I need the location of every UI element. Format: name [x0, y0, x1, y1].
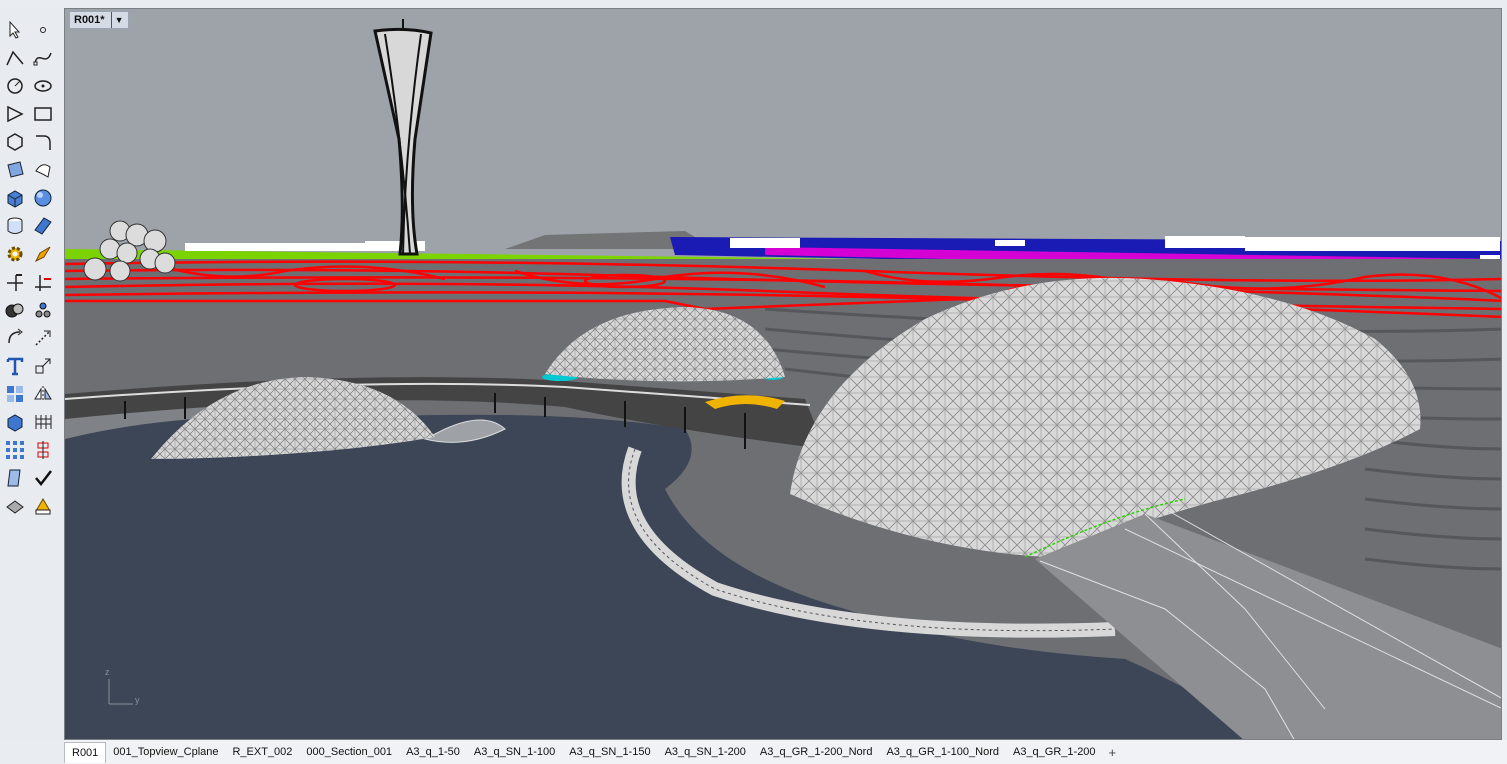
tab-001-topview-cplane[interactable]: 001_Topview_Cplane	[106, 742, 225, 762]
dimension-icon[interactable]	[31, 438, 55, 462]
mirror-icon[interactable]	[31, 382, 55, 406]
circle-icon[interactable]	[3, 74, 27, 98]
transform-icon[interactable]	[31, 354, 55, 378]
tab-a3-q-gr-1-200[interactable]: A3_q_GR_1-200	[1006, 742, 1103, 762]
left-toolbar	[0, 8, 62, 740]
point-icon[interactable]	[31, 18, 55, 42]
tab-a3-q-sn-1-200[interactable]: A3_q_SN_1-200	[658, 742, 753, 762]
render-icon[interactable]	[3, 494, 27, 518]
3d-scene: z y	[65, 9, 1501, 739]
patch-icon[interactable]	[31, 158, 55, 182]
tab-000-section-001[interactable]: 000_Section_001	[299, 742, 399, 762]
text-icon[interactable]	[3, 354, 27, 378]
array-icon[interactable]	[3, 382, 27, 406]
sky-background	[65, 9, 1501, 249]
sphere-icon[interactable]	[31, 186, 55, 210]
tab-a3-q-sn-1-150[interactable]: A3_q_SN_1-150	[562, 742, 657, 762]
layout-tab-bar: R001 001_Topview_Cplane R_EXT_002 000_Se…	[64, 740, 1507, 764]
plane-icon[interactable]	[31, 214, 55, 238]
scale-icon[interactable]	[31, 326, 55, 350]
arc-icon[interactable]	[3, 102, 27, 126]
tab-r001[interactable]: R001	[64, 741, 107, 763]
axis-y-label: y	[135, 695, 140, 705]
axis-z-label: z	[105, 667, 110, 677]
surface-icon[interactable]	[3, 158, 27, 182]
mesh-icon[interactable]	[31, 410, 55, 434]
polygon-icon[interactable]	[3, 130, 27, 154]
group-icon[interactable]	[31, 298, 55, 322]
cylinder-icon[interactable]	[3, 214, 27, 238]
material-icon[interactable]	[31, 494, 55, 518]
tab-a3-q-gr-1-100-nord[interactable]: A3_q_GR_1-100_Nord	[879, 742, 1006, 762]
box-icon[interactable]	[3, 186, 27, 210]
trim-icon[interactable]	[31, 270, 55, 294]
select-arrow-icon[interactable]	[3, 18, 27, 42]
curve-icon[interactable]	[31, 46, 55, 70]
rectangle-icon[interactable]	[31, 102, 55, 126]
rotate-icon[interactable]	[3, 326, 27, 350]
grid-icon[interactable]	[3, 438, 27, 462]
tab-a3-q-sn-1-100[interactable]: A3_q_SN_1-100	[467, 742, 562, 762]
add-tab-button[interactable]: +	[1103, 745, 1123, 760]
boolean-icon[interactable]	[3, 298, 27, 322]
fillet-icon[interactable]	[31, 130, 55, 154]
solid-tools-icon[interactable]	[3, 410, 27, 434]
polyline-icon[interactable]	[3, 46, 27, 70]
caret-down-icon[interactable]: ▼	[110, 12, 124, 28]
check-icon[interactable]	[31, 466, 55, 490]
viewport-title-text[interactable]: R001*	[74, 12, 105, 28]
tab-r-ext-002[interactable]: R_EXT_002	[225, 742, 299, 762]
perspective-viewport[interactable]: z y R001* ▼	[64, 8, 1502, 740]
viewport-title[interactable]: R001* ▼	[69, 11, 129, 29]
split-icon[interactable]	[3, 270, 27, 294]
tab-a3-q-1-50[interactable]: A3_q_1-50	[399, 742, 467, 762]
edit-icon[interactable]	[31, 242, 55, 266]
ellipse-icon[interactable]	[31, 74, 55, 98]
tab-a3-q-gr-1-200-nord[interactable]: A3_q_GR_1-200_Nord	[753, 742, 880, 762]
analyze-icon[interactable]	[3, 466, 27, 490]
gear-icon[interactable]	[3, 242, 27, 266]
